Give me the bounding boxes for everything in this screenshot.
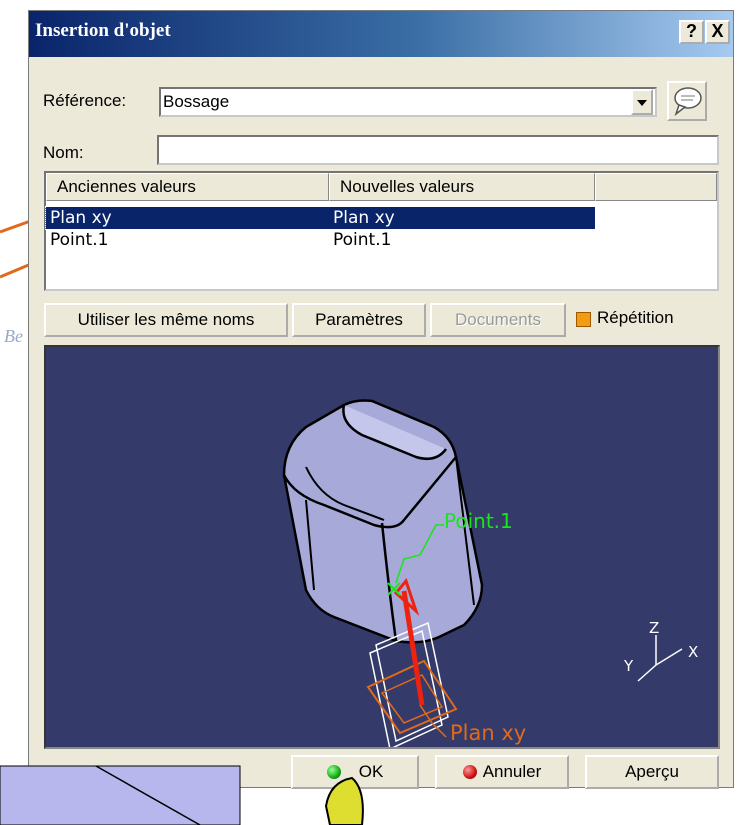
annotation-callout (0, 765, 364, 825)
